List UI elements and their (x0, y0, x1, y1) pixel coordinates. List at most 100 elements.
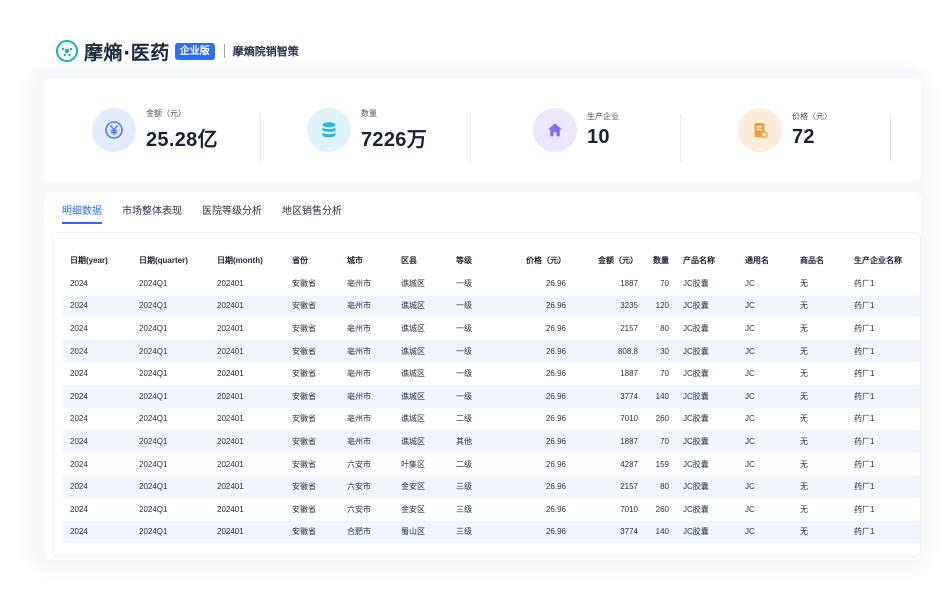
table-row[interactable]: 2024 2024Q1 202401 安徽省 亳州市 谯城区 一级 26.96 808.8 30 J… (63, 339, 920, 363)
table-cell: 二级 (456, 414, 472, 424)
column-header[interactable]: 金额（元） (573, 249, 645, 272)
table-cell: 1887 (620, 278, 638, 288)
table-row[interactable]: 2024 2024Q1 202401 安徽省 六安市 金安区 三级 26.96 7010 260 J… (63, 498, 920, 521)
column-header[interactable]: 通用名 (738, 249, 793, 272)
table-cell: JC (745, 369, 755, 379)
table-cell: JC (745, 323, 755, 333)
table-cell: 安徽省 (285, 384, 340, 408)
column-header[interactable]: 数量 (645, 249, 676, 272)
column-header[interactable]: 省份 (285, 249, 340, 272)
table-cell: 2024Q1 (132, 339, 210, 363)
table-cell: 一级 (456, 278, 472, 288)
table-cell: 谯城区 (401, 369, 425, 379)
logo-text: 摩熵·医药 (84, 41, 170, 64)
table-cell: 26.96 (502, 475, 573, 498)
stat-quantity: 数量 7226万 (307, 108, 427, 152)
table-cell: 无 (800, 504, 808, 514)
stat-manufacturers: 生产企业 10 (533, 108, 619, 152)
table-cell: 药厂1 (854, 278, 875, 288)
table-cell: 3774 (573, 520, 645, 544)
column-header[interactable]: 生产企业名称 (847, 249, 920, 272)
table-cell: 202401 (217, 369, 244, 379)
table-cell: 2024Q1 (139, 369, 168, 379)
column-header[interactable]: 日期(month) (210, 249, 285, 272)
table-cell: 2157 (620, 323, 638, 333)
table-cell: 26.96 (545, 504, 566, 514)
table-row[interactable]: 2024 2024Q1 202401 安徽省 六安市 金安区 三级 26.96 2157 80 JC… (63, 475, 920, 498)
document-icon (738, 108, 782, 152)
table-cell: 亳州市 (340, 294, 394, 318)
column-header[interactable]: 产品名称 (676, 249, 738, 272)
column-header[interactable]: 城市 (340, 249, 394, 272)
table-cell: 一级 (456, 323, 472, 333)
table-cell: 无 (793, 475, 847, 498)
column-header[interactable]: 区县 (394, 249, 449, 272)
table-cell: 202401 (217, 278, 244, 288)
table-cell: 26.96 (545, 414, 566, 424)
table-cell: 安徽省 (292, 459, 316, 469)
table-cell: 2024 (70, 369, 88, 379)
table-cell: 26.96 (502, 384, 573, 408)
table-cell: 2024Q1 (132, 384, 210, 408)
table-row[interactable]: 2024 2024Q1 202401 安徽省 亳州市 谯城区 二级 26.96 7010 260 J… (63, 408, 920, 431)
table-cell: JC (745, 459, 755, 469)
table-cell: 3235 (573, 294, 645, 318)
header-divider (223, 44, 225, 58)
yen-icon (92, 108, 136, 152)
table-cell: JC (745, 414, 755, 424)
table-cell: 亳州市 (347, 323, 371, 333)
product-subtitle: 摩熵院销智策 (232, 46, 299, 58)
table-row[interactable]: 2024 2024Q1 202401 安徽省 亳州市 谯城区 其他 26.96 1887 70 JC… (63, 430, 920, 453)
table-cell: 药厂1 (847, 384, 920, 408)
table-cell: 26.96 (502, 339, 573, 363)
column-header[interactable]: 日期(quarter) (132, 249, 210, 272)
stat-amount: 金额（元） 25.28亿 (92, 108, 218, 152)
table-cell: 2024Q1 (139, 459, 168, 469)
column-header[interactable]: 价格（元） (502, 249, 573, 272)
table-cell: 80 (660, 323, 669, 333)
table-cell: 药厂1 (854, 504, 875, 514)
table-cell: 2024Q1 (139, 414, 168, 424)
tab-regional-sales[interactable]: 地区销售分析 (282, 202, 342, 224)
stat-value: 10 (587, 126, 610, 148)
table-cell: 2024 (70, 278, 88, 288)
table-cell: 260 (655, 504, 669, 514)
table-row[interactable]: 2024 2024Q1 202401 安徽省 合肥市 蜀山区 三级 26.96 3774 140 J… (63, 520, 920, 544)
table-cell: 无 (800, 414, 808, 424)
data-table-container[interactable]: 日期(year) 日期(quarter) 日期(month) 省份 城市 区县 等级 价格（元… (52, 232, 921, 557)
table-cell: 202401 (210, 475, 285, 498)
table-cell: 202401 (210, 339, 285, 363)
table-cell: 安徽省 (292, 369, 316, 379)
table-cell: 159 (655, 459, 669, 469)
table-cell: 六安市 (347, 459, 371, 469)
table-cell: 金安区 (394, 475, 449, 498)
table-row[interactable]: 2024 2024Q1 202401 安徽省 六安市 叶集区 二级 26.96 4287 159 J… (63, 453, 920, 476)
table-cell: 安徽省 (285, 430, 340, 453)
column-header[interactable]: 日期(year) (63, 249, 132, 272)
table-row[interactable]: 2024 2024Q1 202401 安徽省 亳州市 谯城区 一级 26.96 3774 140 J… (63, 384, 920, 408)
table-row[interactable]: 2024 2024Q1 202401 安徽省 亳州市 谯城区 一级 26.96 3235 120 J… (63, 294, 920, 318)
tab-hospital-level[interactable]: 医院等级分析 (202, 202, 262, 224)
table-cell: 亳州市 (347, 414, 371, 424)
table-cell: JC (738, 520, 793, 544)
table-cell: 26.96 (545, 323, 566, 333)
stat-divider (260, 114, 261, 162)
table-row[interactable]: 2024 2024Q1 202401 安徽省 亳州市 谯城区 一级 26.96 1887 70 JC… (63, 362, 920, 385)
table-cell: 2157 (573, 475, 645, 498)
column-header[interactable]: 等级 (449, 249, 502, 272)
table-cell: 2024Q1 (139, 323, 168, 333)
tab-market-performance[interactable]: 市场整体表现 (122, 202, 182, 224)
table-row[interactable]: 2024 2024Q1 202401 安徽省 亳州市 谯城区 一级 26.96 1887 70 JC… (63, 272, 920, 295)
table-cell: JC胶囊 (676, 384, 738, 408)
column-header[interactable]: 商品名 (793, 249, 847, 272)
stat-label: 生产企业 (587, 112, 619, 121)
table-cell: 2024Q1 (132, 294, 210, 318)
table-cell: JC胶囊 (676, 294, 738, 318)
tab-bar: 明细数据 市场整体表现 医院等级分析 地区销售分析 (62, 202, 362, 224)
table-cell: 金安区 (401, 504, 425, 514)
table-row[interactable]: 2024 2024Q1 202401 安徽省 亳州市 谯城区 一级 26.96 2157 80 JC… (63, 317, 920, 340)
tab-detail-data[interactable]: 明细数据 (62, 202, 102, 224)
table-cell: 药厂1 (854, 369, 875, 379)
table-cell: 26.96 (502, 294, 573, 318)
stat-label: 价格（元） (792, 112, 832, 121)
